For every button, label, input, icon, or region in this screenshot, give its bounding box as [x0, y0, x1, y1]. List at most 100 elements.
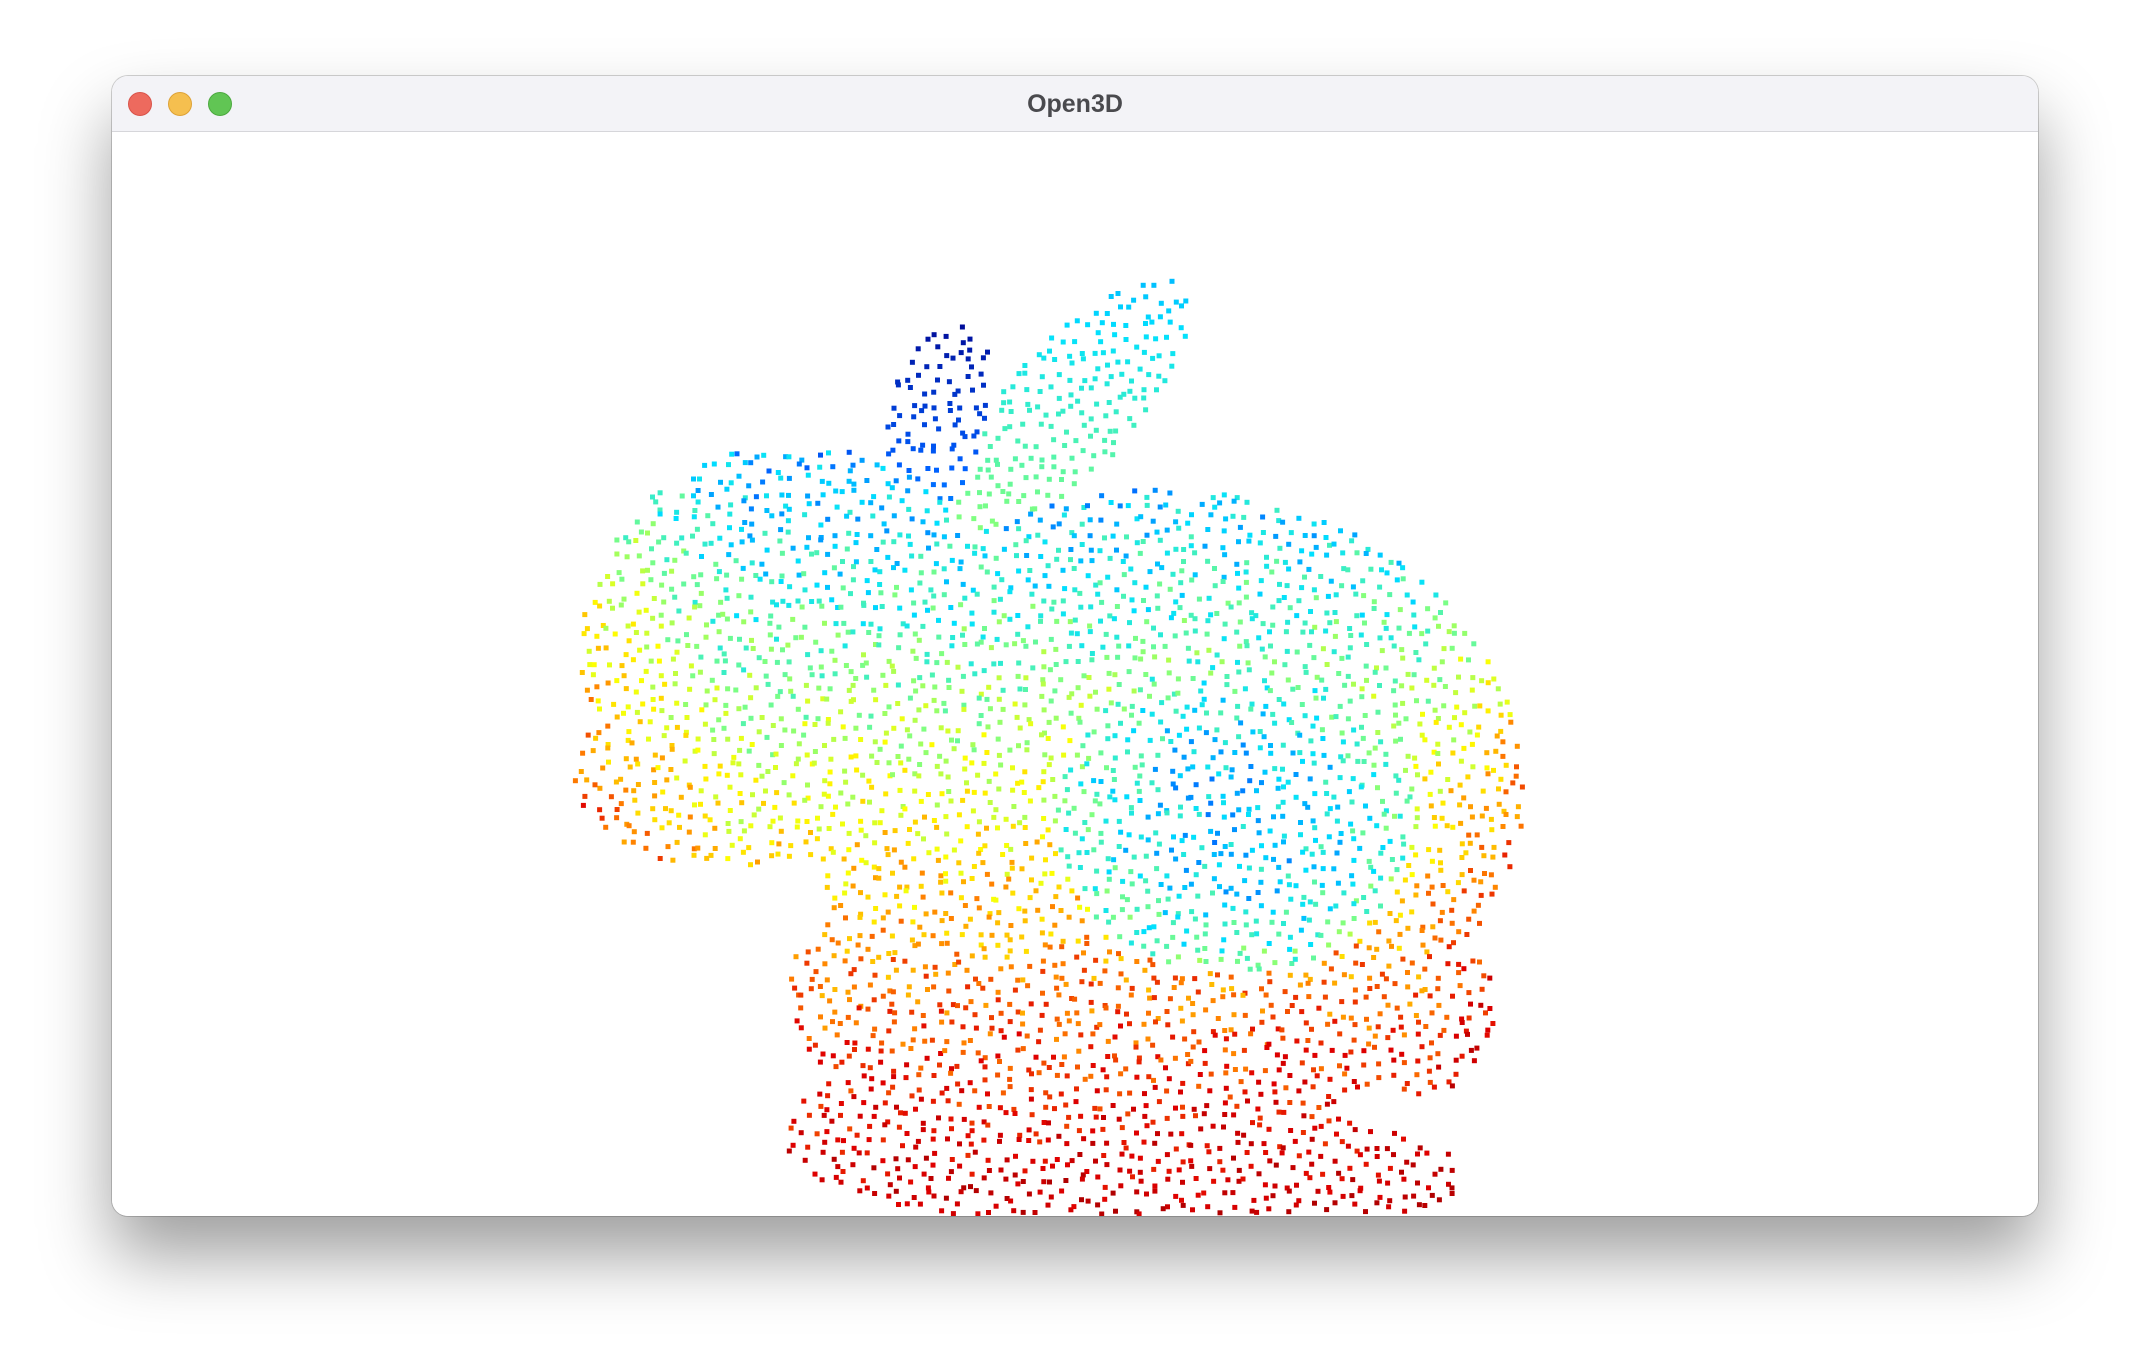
point	[1436, 1064, 1442, 1070]
point	[1332, 1158, 1338, 1164]
point	[1331, 1099, 1337, 1105]
point	[907, 541, 913, 547]
point	[1008, 466, 1014, 472]
point	[906, 984, 912, 990]
point	[923, 973, 929, 979]
point	[1221, 814, 1227, 820]
point	[820, 1051, 826, 1057]
point	[1089, 812, 1095, 818]
point	[1049, 335, 1055, 341]
point	[1309, 1136, 1315, 1142]
point	[934, 802, 940, 808]
point	[937, 753, 943, 759]
point	[1309, 1026, 1314, 1032]
point	[944, 579, 949, 585]
point	[1374, 823, 1380, 829]
point	[935, 344, 941, 350]
point	[1188, 534, 1194, 540]
point	[1066, 863, 1072, 869]
point	[593, 735, 599, 741]
point	[896, 462, 902, 468]
point	[1040, 677, 1046, 683]
point	[871, 687, 877, 693]
point	[1251, 1197, 1257, 1203]
point	[943, 333, 949, 339]
point	[1120, 559, 1126, 564]
point	[1439, 659, 1445, 665]
point	[1417, 721, 1423, 727]
point	[1103, 934, 1109, 940]
point	[1127, 1168, 1133, 1174]
point	[1100, 350, 1106, 356]
point	[1038, 613, 1044, 619]
point	[930, 933, 936, 939]
point	[890, 989, 896, 995]
point	[1243, 922, 1249, 928]
point	[1212, 840, 1218, 845]
point	[846, 449, 852, 455]
point	[1079, 410, 1085, 416]
point	[1471, 908, 1477, 914]
point	[1514, 743, 1520, 749]
point	[761, 800, 766, 806]
point	[993, 897, 999, 903]
title-bar[interactable]: Open3D	[112, 76, 2038, 132]
point	[683, 732, 689, 738]
point	[1261, 948, 1267, 954]
point	[1414, 698, 1419, 704]
3d-viewport[interactable]	[112, 132, 2038, 1216]
point	[945, 1136, 950, 1142]
point	[1470, 764, 1476, 770]
point	[1074, 752, 1080, 758]
point	[1436, 623, 1441, 629]
point	[829, 937, 835, 943]
point	[981, 732, 987, 738]
point	[931, 332, 937, 338]
point	[944, 940, 950, 946]
point	[1022, 702, 1028, 708]
point	[1195, 947, 1201, 953]
point	[853, 540, 859, 546]
point	[857, 1188, 863, 1194]
point	[872, 567, 878, 573]
point	[868, 621, 874, 627]
point	[1401, 841, 1407, 847]
point	[1270, 711, 1276, 717]
point	[657, 490, 663, 496]
point	[786, 659, 792, 665]
point	[1387, 1165, 1393, 1171]
point	[1016, 526, 1022, 532]
point	[1060, 611, 1066, 617]
point	[885, 1171, 891, 1177]
point	[937, 1062, 942, 1068]
point	[973, 976, 978, 982]
point	[850, 794, 856, 800]
point	[995, 435, 1001, 441]
point	[968, 999, 974, 1005]
point	[1049, 870, 1055, 876]
point	[944, 1010, 950, 1016]
point	[1118, 1183, 1124, 1189]
point	[1476, 724, 1482, 730]
point	[1029, 855, 1035, 861]
point	[702, 541, 708, 547]
point	[674, 724, 680, 730]
point	[1022, 825, 1028, 830]
point	[1318, 1153, 1324, 1159]
point	[1205, 527, 1211, 532]
point	[1281, 701, 1287, 707]
point	[1318, 574, 1324, 579]
point	[1248, 764, 1254, 769]
point	[1074, 318, 1080, 324]
point	[820, 856, 826, 862]
point	[1231, 992, 1237, 998]
point	[1453, 690, 1459, 696]
point	[792, 985, 798, 991]
point	[1076, 850, 1082, 856]
point	[1155, 787, 1161, 793]
point	[931, 569, 937, 575]
point	[1331, 541, 1337, 547]
point	[1255, 818, 1261, 824]
point	[1138, 753, 1144, 759]
point	[579, 670, 585, 675]
